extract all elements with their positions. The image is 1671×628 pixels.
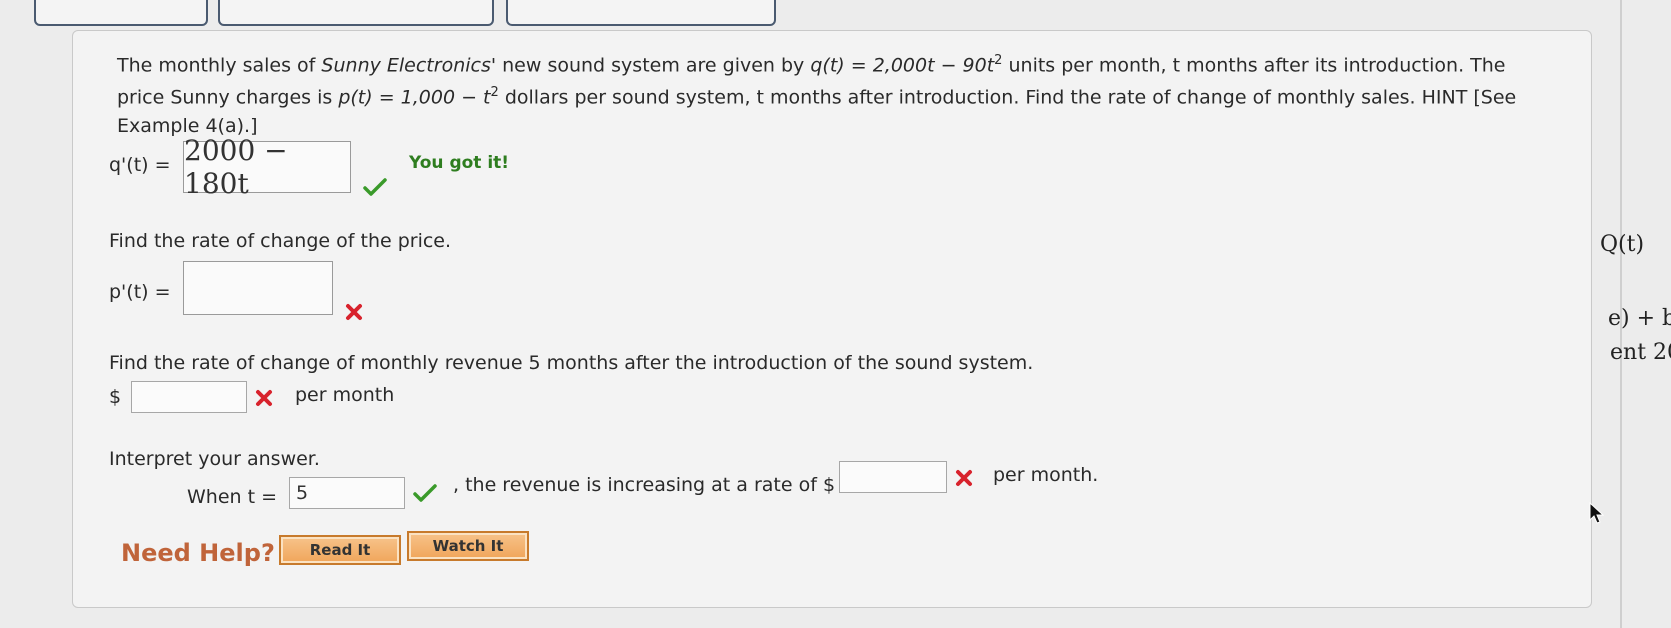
need-help-label: Need Help? <box>121 539 275 567</box>
per-month-label: per month <box>295 384 395 406</box>
check-icon <box>363 178 387 196</box>
incorrect-x-icon <box>956 470 972 486</box>
side-panel-text-2: e) + b <box>1608 306 1671 331</box>
tab-my-notes[interactable] <box>34 0 208 26</box>
watch-it-button[interactable]: Watch It <box>407 531 529 561</box>
mouse-cursor-icon <box>1589 502 1605 524</box>
currency-symbol: $ <box>109 386 122 408</box>
side-panel-text-3: ent 20 <box>1610 340 1671 365</box>
tab-practice-another[interactable] <box>506 0 776 26</box>
q-prime-answer-value: 2000 − 180t <box>184 134 288 200</box>
per-month-label: per month. <box>993 464 1099 486</box>
q-prime-label: q'(t) = <box>109 154 171 176</box>
check-icon <box>413 484 437 502</box>
interpret-rate-input[interactable] <box>839 461 947 493</box>
page: The monthly sales of Sunny Electronics' … <box>0 0 1671 628</box>
side-panel-text-1: Q(t) <box>1600 232 1645 257</box>
question-card: The monthly sales of Sunny Electronics' … <box>72 30 1592 608</box>
revenue-rate-input[interactable] <box>131 381 247 413</box>
revenue-interpretation-text: , the revenue is increasing at a rate of… <box>453 474 836 496</box>
correct-feedback: You got it! <box>409 153 510 173</box>
problem-statement: The monthly sales of Sunny Electronics' … <box>117 53 1517 137</box>
price-prompt: Find the rate of change of the price. <box>109 230 452 252</box>
q-prime-answer-box[interactable]: 2000 − 180t <box>183 134 351 200</box>
interpret-prompt: Interpret your answer. <box>109 448 320 470</box>
incorrect-x-icon <box>256 390 272 406</box>
t-value-input[interactable]: 5 <box>289 477 405 509</box>
tab-ask-your-teacher[interactable] <box>218 0 494 26</box>
p-prime-answer-box[interactable] <box>183 261 333 315</box>
read-it-button[interactable]: Read It <box>279 535 401 565</box>
p-prime-label: p'(t) = <box>109 281 171 303</box>
revenue-prompt: Find the rate of change of monthly reven… <box>109 352 1034 374</box>
incorrect-x-icon <box>346 304 362 320</box>
when-t-label: When t = <box>187 486 278 508</box>
